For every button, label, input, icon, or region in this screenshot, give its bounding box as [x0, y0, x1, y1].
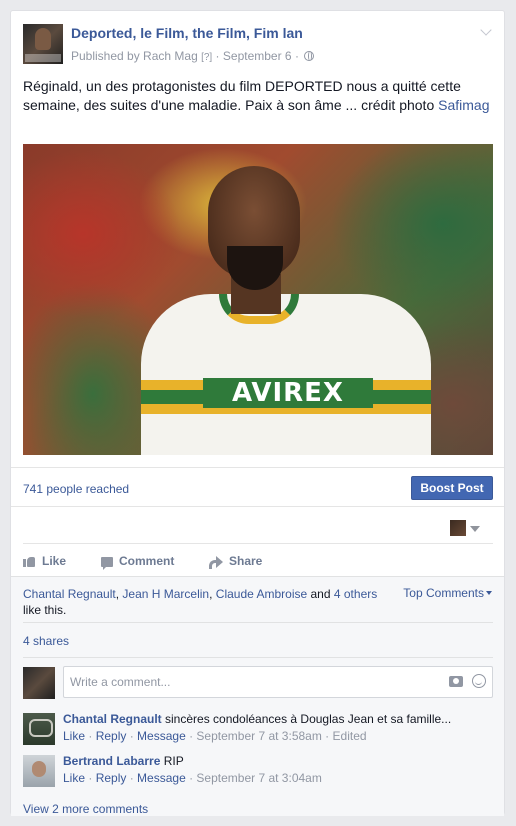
meta-dot: ·	[185, 729, 197, 743]
comment-author-link[interactable]: Chantal Regnault	[63, 712, 162, 726]
liker-link[interactable]: Claude Ambroise	[216, 587, 307, 601]
liker-link[interactable]: Chantal Regnault	[23, 587, 116, 601]
photo-credit-link[interactable]: Safimag	[438, 97, 489, 113]
comment-label: Comment	[119, 554, 175, 568]
help-marker[interactable]: [?]	[201, 52, 212, 63]
comment-input[interactable]	[63, 666, 493, 698]
speech-bubble-icon	[101, 557, 113, 570]
avatar-caption	[25, 54, 61, 62]
post-header: Deported, le Film, the Film, Fim lan Pub…	[23, 24, 492, 68]
others-link[interactable]: 4 others	[334, 587, 377, 601]
photo-shirt-logo: AVIREX	[203, 378, 373, 408]
comment-timestamp[interactable]: September 7 at 3:04am	[196, 771, 321, 785]
post-meta: Published by Rach Mag [?] · September 6 …	[71, 49, 315, 63]
caret-down-icon	[470, 526, 480, 532]
page-avatar[interactable]	[23, 24, 63, 64]
comment-author-link[interactable]: Bertrand Labarre	[63, 754, 160, 768]
post-card: Deported, le Film, the Film, Fim lan Pub…	[10, 10, 505, 816]
boost-post-button[interactable]: Boost Post	[411, 476, 493, 500]
feedback-section: Chantal Regnault, Jean H Marcelin, Claud…	[11, 576, 504, 816]
comment-item: Chantal Regnault sincères condoléances à…	[23, 711, 493, 745]
globe-icon[interactable]	[304, 51, 315, 61]
post-photo[interactable]: AVIREX	[23, 144, 493, 455]
comment-message-link[interactable]: Message	[137, 771, 186, 785]
reach-row: 741 people reached Boost Post	[11, 467, 504, 507]
published-by-label: Published by	[71, 49, 144, 63]
dropdown-arrow-icon	[486, 591, 492, 595]
commenter-avatar[interactable]	[23, 755, 55, 787]
like-label: Like	[42, 554, 67, 568]
meta-dot: ·	[85, 729, 96, 743]
meta-separator-2: ·	[291, 49, 303, 63]
comment-like-link[interactable]: Like	[63, 771, 85, 785]
comment-message-link[interactable]: Message	[137, 729, 186, 743]
comment-reply-link[interactable]: Reply	[96, 771, 127, 785]
comment-like-link[interactable]: Like	[63, 729, 85, 743]
people-reached-link[interactable]: 741 people reached	[23, 482, 129, 496]
comment-composer	[23, 665, 493, 699]
comment-button[interactable]: Comment	[101, 554, 175, 570]
comment-body: Bertrand Labarre RIP	[63, 753, 493, 769]
top-comments-dropdown[interactable]: Top Comments	[403, 586, 492, 600]
comment-meta: Like · Reply · Message · September 7 at …	[63, 771, 322, 785]
chevron-down-icon[interactable]	[480, 26, 492, 38]
comment-meta: Like · Reply · Message · September 7 at …	[63, 729, 367, 743]
meta-dot: ·	[126, 729, 138, 743]
liker-link[interactable]: Jean H Marcelin	[122, 587, 209, 601]
avatar-figure	[35, 28, 51, 50]
share-arrow-icon	[209, 556, 223, 569]
divider	[23, 657, 493, 658]
shares-link[interactable]: 4 shares	[23, 634, 69, 648]
top-comments-label: Top Comments	[403, 586, 484, 600]
share-label: Share	[229, 554, 263, 568]
meta-dot: ·	[85, 771, 96, 785]
action-bar: Like Comment Share	[23, 543, 493, 573]
actor-selector[interactable]	[450, 518, 490, 536]
likes-suffix: like this.	[23, 603, 67, 617]
post-text: Réginald, un des protagonistes du film D…	[23, 77, 495, 115]
edited-label[interactable]: Edited	[333, 729, 367, 743]
comment-reply-link[interactable]: Reply	[96, 729, 127, 743]
page-name-link[interactable]: Deported, le Film, the Film, Fim lan	[71, 25, 303, 41]
comment-body: Chantal Regnault sincères condoléances à…	[63, 711, 493, 727]
post-message: Réginald, un des protagonistes du film D…	[23, 78, 461, 113]
comment-timestamp[interactable]: September 7 at 3:58am	[196, 729, 321, 743]
meta-dot: ·	[321, 729, 333, 743]
composer-avatar	[23, 667, 55, 699]
comment-item: Bertrand Labarre RIP Like · Reply · Mess…	[23, 753, 493, 787]
actor-thumbnail	[450, 520, 466, 536]
post-date[interactable]: September 6	[223, 49, 292, 63]
likes-separator: ,	[209, 587, 216, 601]
like-button[interactable]: Like	[23, 554, 66, 568]
meta-separator: ·	[212, 49, 223, 63]
commenter-avatar[interactable]	[23, 713, 55, 745]
thumbs-up-icon	[23, 555, 36, 567]
camera-icon[interactable]	[449, 676, 463, 687]
likes-and: and	[307, 587, 334, 601]
comment-text: RIP	[160, 754, 184, 768]
comment-text: sincères condoléances à Douglas Jean et …	[161, 712, 452, 726]
divider	[23, 622, 493, 623]
meta-dot: ·	[185, 771, 197, 785]
publisher-link[interactable]: Rach Mag	[143, 49, 198, 63]
meta-dot: ·	[126, 771, 138, 785]
share-button[interactable]: Share	[209, 554, 263, 569]
emoji-icon[interactable]	[472, 674, 486, 688]
view-more-comments-link[interactable]: View 2 more comments	[23, 802, 148, 816]
